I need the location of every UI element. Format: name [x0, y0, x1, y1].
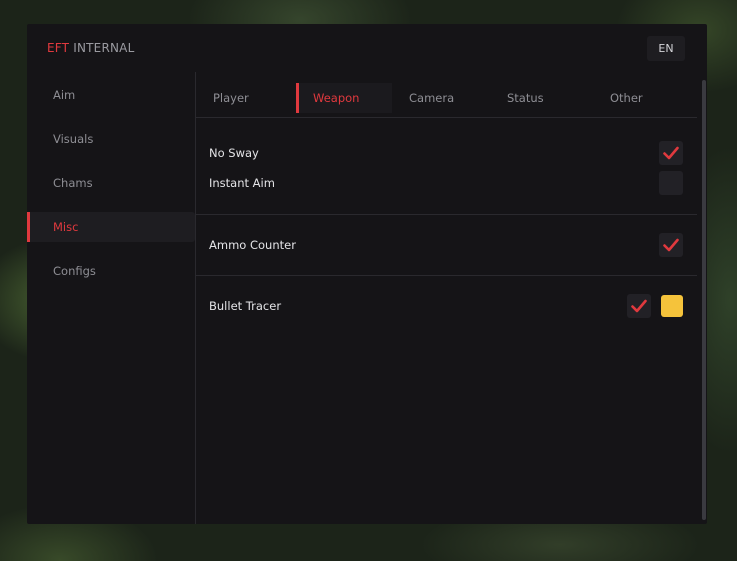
brand-logo: EFT INTERNAL	[47, 41, 134, 55]
sidebar-item-misc[interactable]: Misc	[27, 212, 195, 242]
tab-status[interactable]: Status	[490, 83, 590, 113]
sidebar-item-configs[interactable]: Configs	[27, 256, 195, 286]
main-content: Player Weapon Camera Status Other No Swa…	[196, 72, 707, 524]
setting-row: Instant Aim	[209, 168, 683, 198]
bullet-tracer-controls	[627, 294, 683, 318]
ammo-section: Ammo Counter	[196, 215, 697, 276]
checkmark-icon	[663, 238, 679, 252]
tab-bar: Player Weapon Camera Status Other	[196, 72, 707, 118]
sway-section: No Sway Instant Aim	[196, 118, 697, 215]
bullet-tracer-label: Bullet Tracer	[209, 299, 282, 313]
checkmark-icon	[663, 146, 679, 160]
sidebar-item-chams[interactable]: Chams	[27, 168, 195, 198]
tab-camera[interactable]: Camera	[392, 83, 490, 113]
sidebar: Aim Visuals Chams Misc Configs	[27, 72, 195, 524]
instant-aim-label: Instant Aim	[209, 176, 275, 190]
setting-row: Ammo Counter	[209, 230, 683, 260]
checkmark-icon	[631, 299, 647, 313]
ammo-counter-label: Ammo Counter	[209, 238, 296, 252]
setting-row: No Sway	[209, 138, 683, 168]
title-bar: EFT INTERNAL EN	[27, 24, 707, 72]
brand-name: INTERNAL	[73, 41, 135, 55]
tab-other[interactable]: Other	[590, 83, 692, 113]
no-sway-checkbox[interactable]	[659, 141, 683, 165]
ammo-counter-checkbox[interactable]	[659, 233, 683, 257]
sidebar-item-aim[interactable]: Aim	[27, 80, 195, 110]
language-button[interactable]: EN	[647, 35, 685, 61]
scrollbar[interactable]	[702, 80, 706, 520]
instant-aim-checkbox[interactable]	[659, 171, 683, 195]
brand-accent: EFT	[47, 41, 70, 55]
no-sway-label: No Sway	[209, 146, 259, 160]
tracer-section: Bullet Tracer	[196, 276, 707, 321]
bullet-tracer-checkbox[interactable]	[627, 294, 651, 318]
tab-player[interactable]: Player	[196, 83, 296, 113]
tab-weapon[interactable]: Weapon	[296, 83, 392, 113]
menu-window: EFT INTERNAL EN Aim Visuals Chams Misc Co…	[27, 24, 707, 524]
setting-row: Bullet Tracer	[209, 291, 683, 321]
bullet-tracer-color-picker[interactable]	[661, 295, 683, 317]
sidebar-item-visuals[interactable]: Visuals	[27, 124, 195, 154]
